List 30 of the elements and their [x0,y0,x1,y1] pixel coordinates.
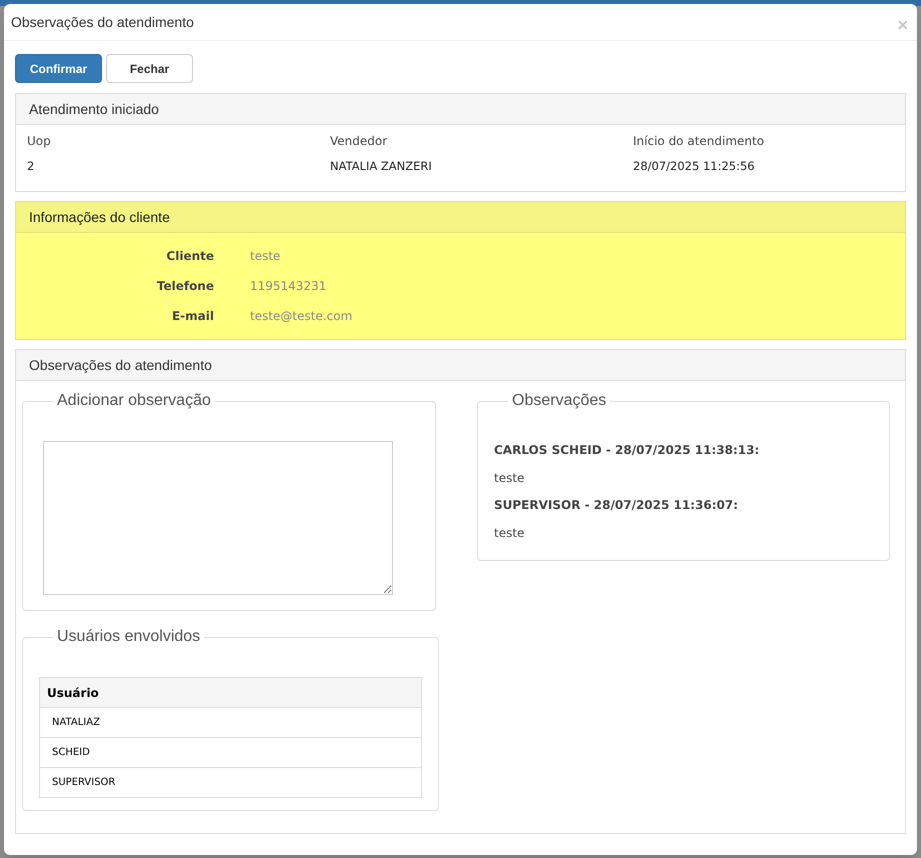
field-value: 1195143231 [250,278,326,296]
column-label: Vendedor [330,133,388,150]
dialog-button[interactable]: Fechar [106,54,193,83]
observation-text: teste [494,470,526,488]
dialog-title: Observações do atendimento [11,12,194,32]
field-value: 28/07/2025 11:25:56 [633,158,756,175]
table-cell: SCHEID [40,738,422,768]
panel-heading: Observações do atendimento [16,350,905,382]
column-label: Início do atendimento [633,133,766,150]
column-header: Usuário [40,678,422,708]
field-label: Cliente [165,248,214,266]
fieldset-legend: Adicionar observação [53,389,215,414]
observation-header: SUPERVISOR - 28/07/2025 11:36:07: [494,497,740,514]
field-value: teste [250,248,280,266]
field-value: NATALIA ZANZERI [330,158,433,175]
field-value: 2 [27,158,36,175]
table-cell: SUPERVISOR [40,768,422,798]
dialog-button[interactable]: Confirmar [15,54,102,83]
panel-heading: Atendimento iniciado [16,94,905,125]
fieldset-legend: Usuários envolvidos [53,625,204,650]
observation-header: CARLOS SCHEID - 28/07/2025 11:38:13: [494,442,760,460]
field-value: teste@teste.com [250,308,352,326]
panel-heading: Informações do cliente [16,202,905,234]
observation-field[interactable] [43,441,393,596]
table-cell: NATALIAZ [40,708,422,738]
field-label: E-mail [170,308,214,326]
observation-text: teste [494,525,526,542]
fieldset-legend: Observações [508,389,610,414]
field-label: Telefone [156,278,214,296]
column-label: Uop [27,133,52,150]
